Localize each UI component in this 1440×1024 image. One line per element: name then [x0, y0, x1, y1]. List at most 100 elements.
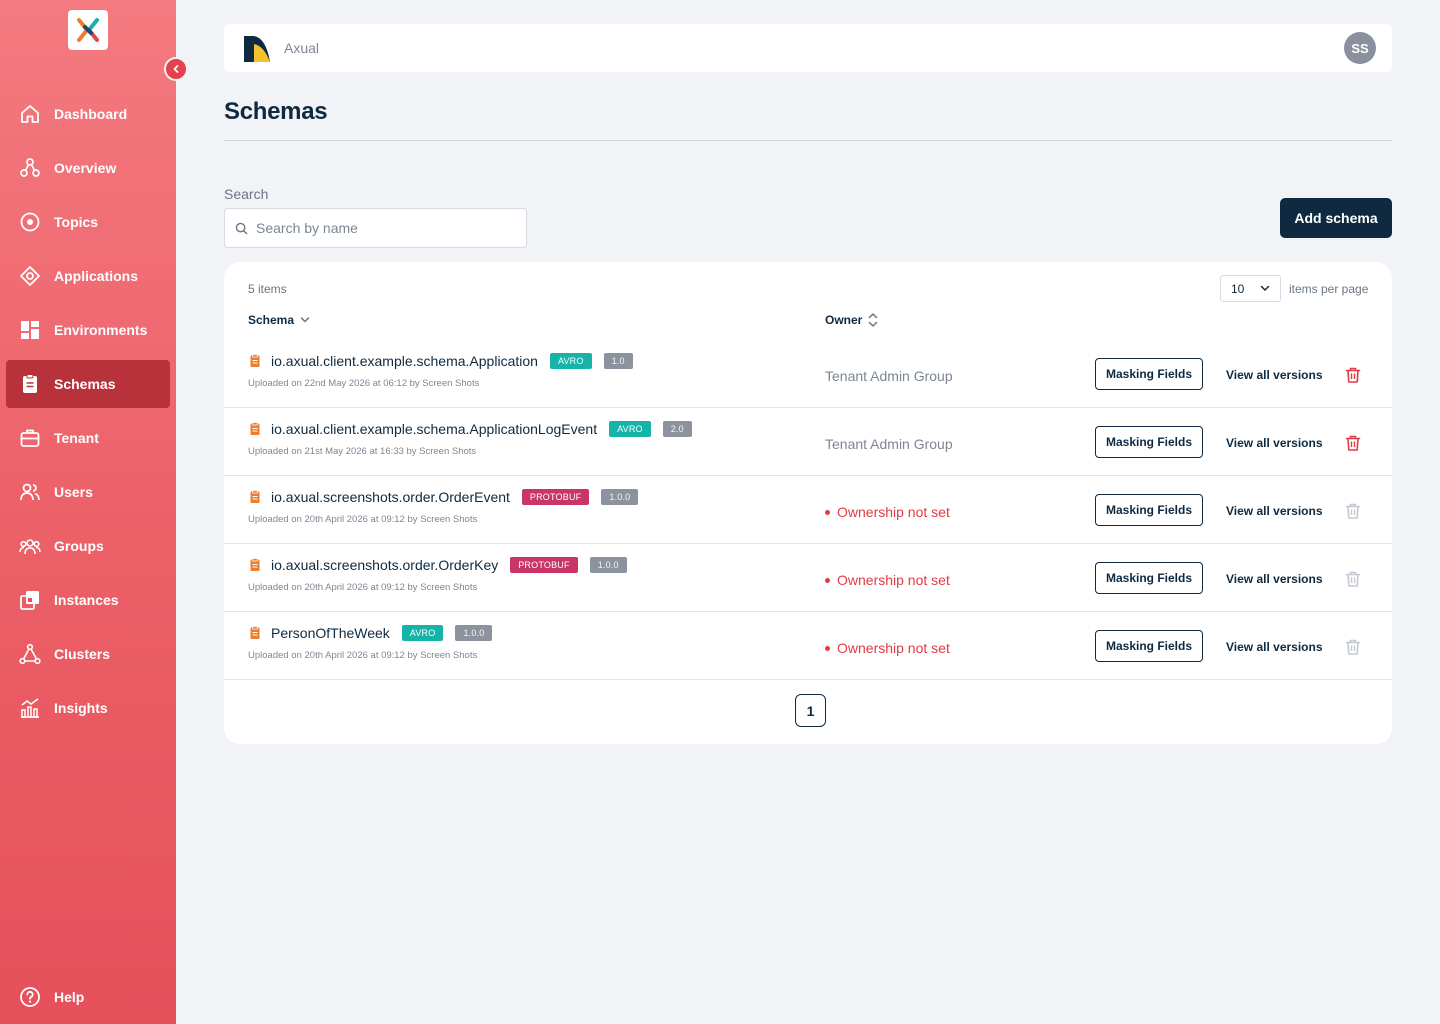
sidebar-item-topics[interactable]: Topics	[6, 198, 170, 246]
schema-name-line: io.axual.client.example.schema.Applicati…	[248, 352, 633, 370]
items-per-page-select[interactable]: 10	[1220, 275, 1281, 302]
owner-label: Tenant Admin Group	[825, 436, 953, 452]
search-input[interactable]	[256, 220, 506, 236]
upload-info: Uploaded on 21st May 2026 at 16:33 by Sc…	[248, 446, 477, 457]
schema-type-badge: AVRO	[609, 421, 651, 437]
schema-name-link[interactable]: io.axual.client.example.schema.Applicati…	[271, 353, 538, 369]
sidebar-item-label: Applications	[54, 268, 139, 284]
sidebar-item-label: Clusters	[54, 646, 111, 662]
schema-document-icon	[250, 558, 260, 571]
schema-name-link[interactable]: io.axual.screenshots.order.OrderEvent	[271, 489, 510, 505]
column-header-schema[interactable]: Schema	[248, 313, 311, 327]
sidebar-item-environments[interactable]: Environments	[6, 306, 170, 354]
sidebar-item-label: Environments	[54, 322, 148, 338]
environments-icon	[18, 318, 42, 342]
home-icon	[18, 102, 42, 126]
masking-fields-button[interactable]: Masking Fields	[1095, 494, 1203, 526]
table-row: PersonOfTheWeek AVRO 1.0.0 Uploaded on 20th…	[224, 612, 1392, 680]
owner-not-set: Ownership not set	[825, 572, 950, 588]
schema-type-badge: PROTOBUF	[510, 557, 578, 573]
schema-version-badge: 1.0.0	[601, 489, 639, 505]
owner-label: Ownership not set	[837, 504, 950, 520]
page-title: Schemas	[224, 98, 328, 125]
table-row: io.axual.screenshots.order.OrderKey PROTO…	[224, 544, 1392, 612]
sidebar-item-insights[interactable]: Insights	[6, 684, 170, 732]
schema-name-line: io.axual.screenshots.order.OrderEvent PRO…	[248, 488, 639, 506]
view-all-versions-link[interactable]: View all versions	[1226, 436, 1323, 450]
masking-fields-button[interactable]: Masking Fields	[1095, 562, 1203, 594]
sidebar-item-label: Schemas	[54, 376, 116, 392]
schema-version-badge: 1.0.0	[589, 557, 627, 573]
schema-name-line: PersonOfTheWeek AVRO 1.0.0	[248, 624, 493, 642]
axual-logo[interactable]	[68, 10, 108, 50]
items-per-page-label: items per page	[1289, 282, 1369, 296]
upload-info: Uploaded on 20th April 2026 at 09:12 by …	[248, 650, 478, 661]
schema-name-link[interactable]: io.axual.screenshots.order.OrderKey	[271, 557, 498, 573]
view-all-versions-link[interactable]: View all versions	[1226, 572, 1323, 586]
tenant-icon	[18, 426, 42, 450]
sort-descending-icon	[300, 317, 310, 323]
sidebar-item-instances[interactable]: Instances	[6, 576, 170, 624]
delete-trash-icon[interactable]	[1344, 434, 1362, 452]
overview-icon	[18, 156, 42, 180]
sidebar-item-label: Groups	[54, 538, 104, 554]
chevron-left-icon	[173, 65, 179, 73]
clusters-icon	[18, 642, 42, 666]
view-all-versions-link[interactable]: View all versions	[1226, 640, 1323, 654]
help-icon	[18, 985, 42, 1009]
masking-fields-button[interactable]: Masking Fields	[1095, 426, 1203, 458]
owner-not-set: Ownership not set	[825, 640, 950, 656]
applications-icon	[18, 264, 42, 288]
user-avatar[interactable]: SS	[1344, 32, 1376, 64]
table-row: io.axual.client.example.schema.Applicati…	[224, 408, 1392, 476]
sidebar-item-tenant[interactable]: Tenant	[6, 414, 170, 462]
sidebar-item-label: Overview	[54, 160, 117, 176]
users-icon	[18, 480, 42, 504]
delete-trash-icon[interactable]	[1344, 638, 1362, 656]
sidebar-item-help[interactable]: Help	[6, 973, 170, 1021]
sidebar-item-label: Topics	[54, 214, 99, 230]
warning-dot-icon	[825, 645, 830, 651]
owner-label: Ownership not set	[837, 572, 950, 588]
title-divider	[224, 140, 1392, 141]
schema-name-link[interactable]: PersonOfTheWeek	[271, 625, 390, 641]
table-row: io.axual.client.example.schema.Applicati…	[224, 340, 1392, 408]
schema-name-link[interactable]: io.axual.client.example.schema.Applicati…	[271, 421, 597, 437]
sidebar-item-label: Users	[54, 484, 93, 500]
sidebar-item-overview[interactable]: Overview	[6, 144, 170, 192]
sidebar-item-clusters[interactable]: Clusters	[6, 630, 170, 678]
tenant-logo-icon	[244, 36, 270, 62]
sidebar-item-label: Tenant	[54, 430, 99, 446]
sidebar-item-groups[interactable]: Groups	[6, 522, 170, 570]
schema-name-line: io.axual.screenshots.order.OrderKey PROTO…	[248, 556, 627, 574]
masking-fields-button[interactable]: Masking Fields	[1095, 630, 1203, 662]
schema-version-badge: 1.0.0	[455, 625, 493, 641]
column-header-owner[interactable]: Owner	[825, 310, 879, 330]
pagination-page-button[interactable]: 1	[795, 694, 826, 727]
owner-label: Ownership not set	[837, 640, 950, 656]
view-all-versions-link[interactable]: View all versions	[1226, 368, 1323, 382]
schema-type-badge: AVRO	[401, 625, 444, 641]
owner-label: Tenant Admin Group	[825, 368, 953, 384]
tenant-name: Axual	[284, 40, 320, 56]
search-field	[224, 208, 527, 248]
help-label: Help	[54, 989, 85, 1005]
sidebar-item-dashboard[interactable]: Dashboard	[6, 90, 170, 138]
insights-icon	[18, 696, 42, 720]
schema-document-icon	[250, 626, 260, 639]
masking-fields-button[interactable]: Masking Fields	[1095, 358, 1203, 390]
add-schema-button[interactable]: Add schema	[1280, 198, 1392, 238]
groups-icon	[18, 534, 42, 558]
search-icon	[235, 222, 248, 234]
collapse-sidebar-button[interactable]	[164, 57, 188, 81]
sidebar-item-applications[interactable]: Applications	[6, 252, 170, 300]
delete-trash-icon[interactable]	[1344, 570, 1362, 588]
sidebar-item-schemas[interactable]: Schemas	[6, 360, 170, 408]
schemas-table-card: 5 items 10 items per page Schema Owner i…	[224, 262, 1392, 744]
delete-trash-icon[interactable]	[1344, 502, 1362, 520]
schema-document-icon	[250, 490, 260, 503]
view-all-versions-link[interactable]: View all versions	[1226, 504, 1323, 518]
sidebar-item-label: Dashboard	[54, 106, 128, 122]
delete-trash-icon[interactable]	[1344, 366, 1362, 384]
sidebar-item-users[interactable]: Users	[6, 468, 170, 516]
